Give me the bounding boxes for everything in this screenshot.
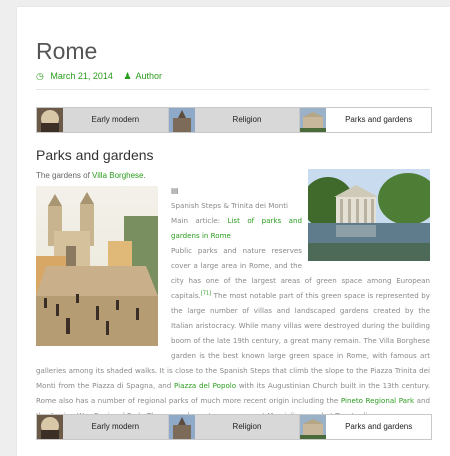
- early-modern-thumbnail: [37, 108, 63, 132]
- tab-bar-bottom: Early modern Religion Parks and gardens: [36, 414, 432, 440]
- citation-link[interactable]: [71]: [201, 291, 211, 297]
- tab-label: Religion: [194, 108, 300, 132]
- gardens-caption: The gardens of Villa Borghese.: [36, 171, 146, 180]
- image-caption: Spanish Steps & Trinita dei Monti: [171, 201, 288, 210]
- user-icon: ♟: [123, 71, 132, 81]
- divider: [36, 89, 430, 90]
- early-modern-thumbnail: [37, 415, 63, 439]
- clock-icon: ◷: [36, 71, 44, 81]
- tab-religion[interactable]: Religion: [168, 415, 301, 439]
- parks-thumbnail: [300, 415, 327, 439]
- date-link[interactable]: ◷ March 21, 2014: [36, 71, 117, 81]
- pineto-regional-park-link[interactable]: Pineto Regional Park: [341, 396, 414, 405]
- parks-thumbnail: [300, 108, 327, 132]
- tab-label: Parks and gardens: [326, 108, 432, 132]
- tab-label: Parks and gardens: [326, 415, 432, 439]
- piazza-del-popolo-link[interactable]: Piazza del Popolo: [174, 381, 236, 390]
- author-link[interactable]: ♟ Author: [123, 71, 166, 81]
- religion-thumbnail: [168, 415, 195, 439]
- page-title: Rome: [36, 38, 98, 64]
- article-body: Spanish Steps & Trinita dei Monti Main a…: [36, 196, 430, 423]
- section-heading: Parks and gardens: [36, 147, 154, 163]
- tab-label: Early modern: [63, 415, 168, 439]
- tab-early-modern[interactable]: Early modern: [37, 108, 169, 132]
- tab-parks-and-gardens[interactable]: Parks and gardens: [300, 415, 432, 439]
- post-author: Author: [135, 71, 163, 81]
- tab-religion[interactable]: Religion: [168, 108, 301, 132]
- right-image-spacer: [302, 196, 430, 262]
- post-date: March 21, 2014: [50, 71, 113, 81]
- villa-borghese-link[interactable]: Villa Borghese: [92, 171, 143, 180]
- post-meta: ◷ March 21, 2014 ♟ Author: [36, 71, 170, 82]
- tab-label: Early modern: [63, 108, 168, 132]
- tab-early-modern[interactable]: Early modern: [37, 415, 169, 439]
- left-image-spacer: [36, 196, 171, 356]
- tab-parks-and-gardens[interactable]: Parks and gardens: [300, 108, 432, 132]
- tab-bar-top: Early modern Religion Parks and gardens: [36, 107, 432, 133]
- tab-label: Religion: [194, 415, 300, 439]
- main-article-label: Main article:: [171, 216, 228, 225]
- religion-thumbnail: [168, 108, 195, 132]
- image-caption-icon: ▤: [171, 186, 179, 195]
